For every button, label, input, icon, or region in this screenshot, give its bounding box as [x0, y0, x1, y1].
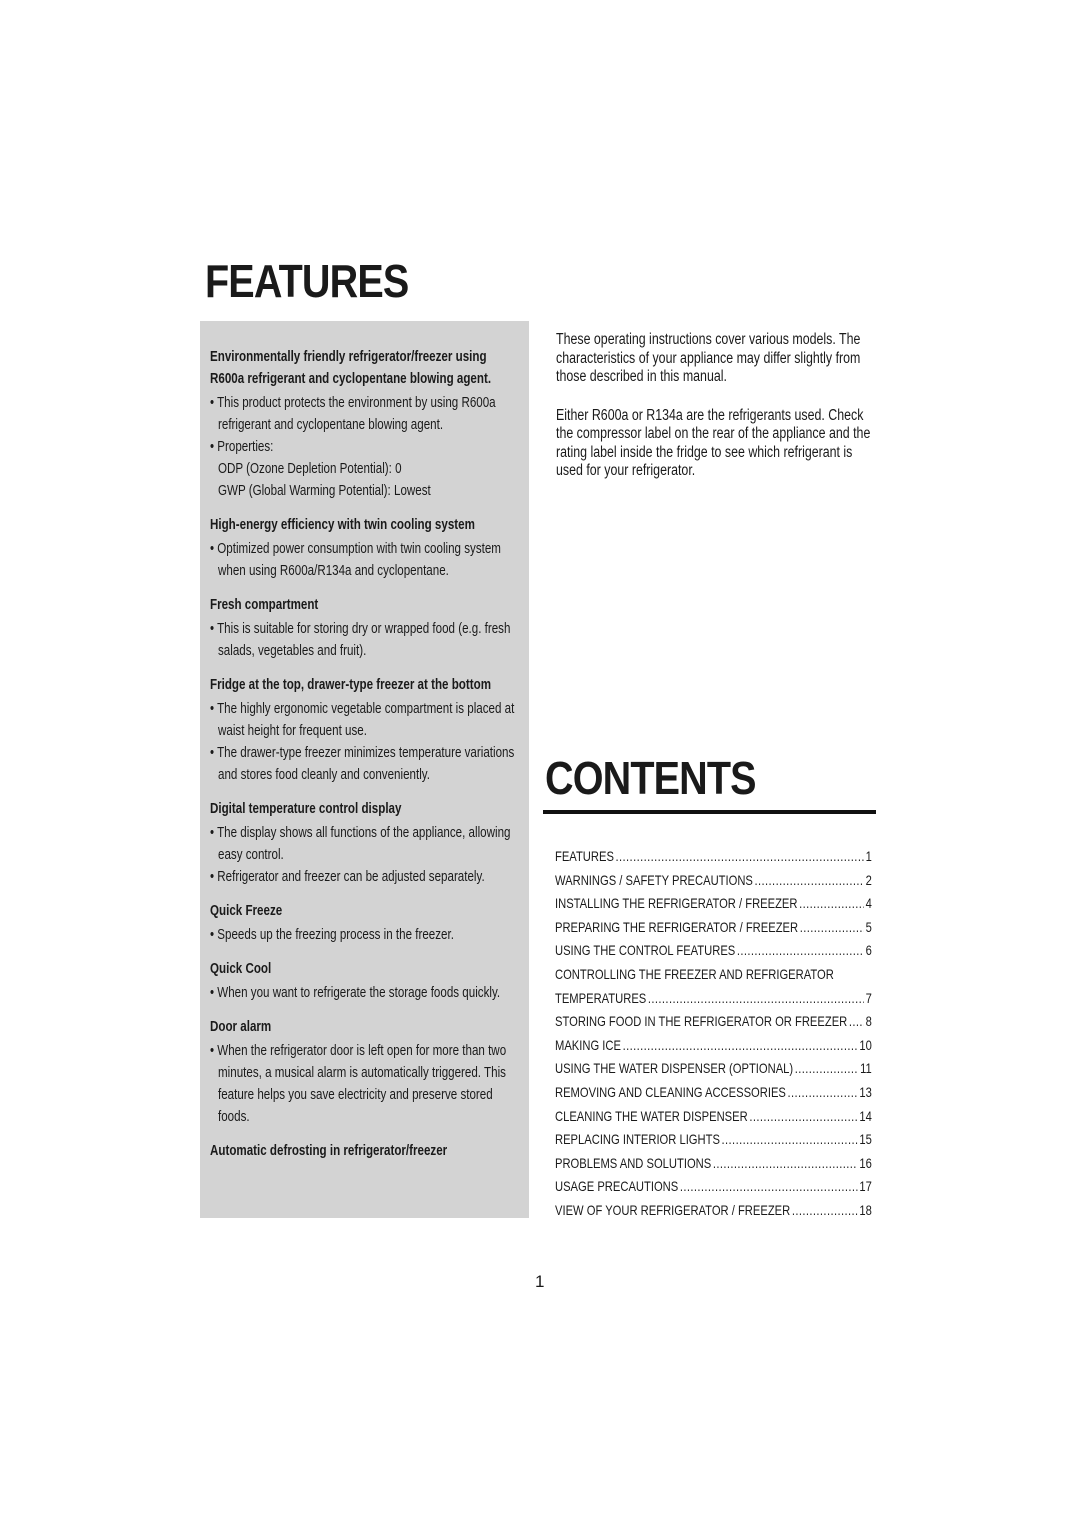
toc-label: INSTALLING THE REFRIGERATOR / FREEZER: [555, 895, 798, 912]
toc-entry[interactable]: CONTROLLING THE FREEZER AND REFRIGERATOR: [555, 963, 872, 987]
toc-leader: [737, 939, 864, 963]
feature-heading: Fresh compartment: [210, 597, 319, 613]
toc-label: VIEW OF YOUR REFRIGERATOR / FREEZER: [555, 1201, 791, 1218]
toc-page: 4: [865, 895, 872, 912]
toc-label: PROBLEMS AND SOLUTIONS: [555, 1154, 712, 1171]
toc-entry[interactable]: TEMPERATURES 7: [555, 987, 872, 1011]
feature-bullet: • The drawer-type freezer minimizes temp…: [210, 745, 515, 783]
contents-divider: [543, 810, 876, 814]
feature-heading: Environmentally friendly refrigerator/fr…: [210, 349, 492, 387]
table-of-contents: FEATURES 1 WARNINGS / SAFETY PRECAUTIONS 2 I…: [555, 845, 872, 1223]
toc-leader: [713, 1152, 858, 1176]
toc-leader: [792, 1199, 858, 1223]
feature-bullet: • The display shows all functions of the…: [210, 825, 511, 863]
feature-heading: Digital temperature control display: [210, 801, 402, 817]
toc-label: USAGE PRECAUTIONS: [555, 1178, 679, 1195]
toc-entry[interactable]: VIEW OF YOUR REFRIGERATOR / FREEZER 18: [555, 1199, 872, 1223]
toc-leader: [616, 845, 864, 869]
feature-bullet: • When you want to refrigerate the stora…: [210, 985, 501, 1001]
toc-page: 5: [865, 918, 872, 935]
toc-label: STORING FOOD IN THE REFRIGERATOR OR FREE…: [555, 1013, 848, 1030]
contents-title: CONTENTS: [545, 752, 757, 804]
toc-label: TEMPERATURES: [555, 989, 647, 1006]
toc-entry[interactable]: MAKING ICE 10: [555, 1034, 872, 1058]
toc-label: PREPARING THE REFRIGERATOR / FREEZER: [555, 918, 799, 935]
intro-paragraph: These operating instructions cover vario…: [556, 331, 861, 385]
toc-entry[interactable]: INSTALLING THE REFRIGERATOR / FREEZER 4: [555, 892, 872, 916]
toc-label: WARNINGS / SAFETY PRECAUTIONS: [555, 871, 753, 888]
feature-property: GWP (Global Warming Potential): Lowest: [218, 483, 431, 499]
feature-bullet: • The highly ergonomic vegetable compart…: [210, 701, 515, 739]
intro-text: These operating instructions cover vario…: [556, 331, 878, 501]
toc-entry[interactable]: WARNINGS / SAFETY PRECAUTIONS 2: [555, 869, 872, 893]
toc-leader: [788, 1081, 858, 1105]
feature-heading: High-energy efficiency with twin cooling…: [210, 517, 475, 533]
toc-leader: [849, 1010, 864, 1034]
toc-page: 16: [859, 1154, 872, 1171]
toc-entry[interactable]: STORING FOOD IN THE REFRIGERATOR OR FREE…: [555, 1010, 872, 1034]
feature-bullet: • Properties:: [210, 439, 274, 455]
toc-page: 7: [865, 989, 872, 1006]
toc-entry[interactable]: PREPARING THE REFRIGERATOR / FREEZER 5: [555, 916, 872, 940]
intro-paragraph: Either R600a or R134a are the refrigeran…: [556, 406, 871, 480]
feature-bullet: • Speeds up the freezing process in the …: [210, 927, 454, 943]
features-title: FEATURES: [205, 255, 409, 307]
toc-page: 17: [859, 1178, 872, 1195]
toc-label: USING THE CONTROL FEATURES: [555, 942, 736, 959]
toc-page: 18: [859, 1201, 872, 1218]
feature-bullet: • Refrigerator and freezer can be adjust…: [210, 869, 485, 885]
feature-heading: Door alarm: [210, 1019, 272, 1035]
feature-heading: Automatic defrosting in refrigerator/fre…: [210, 1143, 448, 1159]
toc-entry[interactable]: FEATURES 1: [555, 845, 872, 869]
toc-leader: [623, 1034, 858, 1058]
toc-entry[interactable]: USING THE WATER DISPENSER (OPTIONAL) 11: [555, 1057, 872, 1081]
toc-page: 15: [859, 1131, 872, 1148]
feature-bullet: • Optimized power consumption with twin …: [210, 541, 501, 579]
toc-entry[interactable]: REPLACING INTERIOR LIGHTS 15: [555, 1128, 872, 1152]
toc-page: 8: [865, 1013, 872, 1030]
feature-property: ODP (Ozone Depletion Potential): 0: [218, 461, 402, 477]
toc-page: 10: [859, 1036, 872, 1053]
toc-label: CLEANING THE WATER DISPENSER: [555, 1107, 748, 1124]
toc-entry[interactable]: USAGE PRECAUTIONS 17: [555, 1175, 872, 1199]
toc-label: REMOVING AND CLEANING ACCESSORIES: [555, 1083, 786, 1100]
toc-leader: [648, 987, 864, 1011]
toc-page: 2: [865, 871, 872, 888]
feature-bullet: • This is suitable for storing dry or wr…: [210, 621, 511, 659]
features-list: Environmentally friendly refrigerator/fr…: [210, 346, 524, 1164]
page-number: 1: [535, 1272, 545, 1291]
toc-page: 13: [859, 1083, 872, 1100]
toc-leader: [800, 916, 864, 940]
toc-page: 14: [859, 1107, 872, 1124]
toc-entry[interactable]: PROBLEMS AND SOLUTIONS 16: [555, 1152, 872, 1176]
toc-label: USING THE WATER DISPENSER (OPTIONAL): [555, 1060, 794, 1077]
toc-entry[interactable]: USING THE CONTROL FEATURES 6: [555, 939, 872, 963]
toc-label: REPLACING INTERIOR LIGHTS: [555, 1131, 720, 1148]
toc-leader: [680, 1175, 858, 1199]
toc-entry[interactable]: REMOVING AND CLEANING ACCESSORIES 13: [555, 1081, 872, 1105]
toc-page: 6: [865, 942, 872, 959]
toc-page: 1: [865, 848, 872, 864]
feature-heading: Quick Cool: [210, 961, 272, 977]
toc-leader: [799, 892, 864, 916]
toc-leader: [755, 869, 864, 893]
toc-entry[interactable]: CLEANING THE WATER DISPENSER 14: [555, 1105, 872, 1129]
toc-leader: [722, 1128, 858, 1152]
toc-label: MAKING ICE: [555, 1036, 621, 1053]
toc-leader: [795, 1057, 859, 1081]
toc-label: FEATURES: [555, 848, 614, 864]
feature-bullet: • This product protects the environment …: [210, 395, 496, 433]
toc-label: CONTROLLING THE FREEZER AND REFRIGERATOR: [555, 965, 834, 982]
toc-page: 11: [860, 1060, 872, 1077]
feature-heading: Quick Freeze: [210, 903, 283, 919]
toc-leader: [749, 1105, 857, 1129]
feature-heading: Fridge at the top, drawer-type freezer a…: [210, 677, 492, 693]
feature-bullet: • When the refrigerator door is left ope…: [210, 1043, 507, 1125]
